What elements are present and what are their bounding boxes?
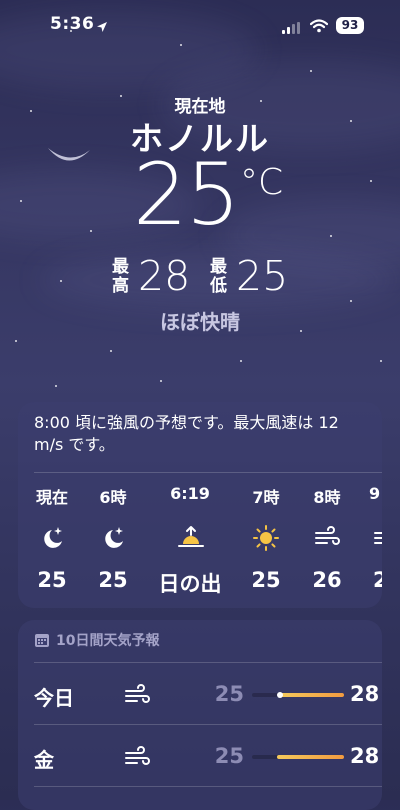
sunrise-label: 日の出 bbox=[158, 572, 222, 596]
high-temperature: 28 bbox=[138, 252, 191, 300]
hour-label: 7時 bbox=[252, 488, 280, 507]
location-arrow-icon bbox=[96, 18, 108, 37]
wind-icon bbox=[122, 744, 152, 776]
temperature-unit: °C bbox=[240, 162, 284, 203]
hour-temperature: 26 bbox=[312, 568, 342, 592]
high-label: 最高 bbox=[112, 257, 129, 296]
sunrise-icon bbox=[176, 524, 204, 552]
daily-row[interactable]: 今日 25 28 bbox=[18, 666, 382, 724]
status-bar: 5:36 93 bbox=[0, 14, 400, 40]
card-divider bbox=[34, 472, 382, 473]
current-temperature: 25 bbox=[133, 145, 240, 245]
current-temperature-dot bbox=[276, 692, 283, 698]
hour-temperature: 25 bbox=[251, 568, 281, 592]
wind-icon bbox=[313, 524, 341, 552]
daily-row[interactable]: 金 25 28 bbox=[18, 728, 382, 786]
day-high-temperature: 28 bbox=[350, 744, 380, 768]
hour-label: 6:19 bbox=[170, 484, 210, 503]
moon-stars-icon bbox=[38, 524, 66, 552]
hour-temperature: 2 bbox=[373, 568, 382, 592]
battery-indicator: 93 bbox=[336, 17, 364, 34]
weather-condition: ほぼ快晴 bbox=[160, 310, 240, 334]
day-high-temperature: 28 bbox=[350, 682, 380, 706]
wind-icon bbox=[122, 682, 152, 714]
hour-label: 9 bbox=[369, 484, 381, 503]
low-temperature: 25 bbox=[236, 252, 289, 300]
temperature-range-bar bbox=[252, 755, 344, 759]
day-label: 金 bbox=[34, 748, 54, 772]
sun-icon bbox=[252, 524, 280, 552]
wind-alert-text: 8:00 頃に強風の予想です。最大風速は 12 m/s です。 bbox=[34, 413, 339, 454]
temperature-range-fill bbox=[276, 755, 344, 759]
hour-label: 現在 bbox=[35, 488, 68, 507]
calendar-icon bbox=[34, 632, 50, 652]
wind-icon bbox=[372, 524, 382, 552]
cellular-signal-icon bbox=[282, 19, 300, 38]
day-low-temperature: 25 bbox=[214, 744, 244, 768]
hour-label: 6時 bbox=[99, 488, 127, 507]
hour-temperature: 25 bbox=[37, 568, 67, 592]
moon-stars-icon bbox=[99, 524, 127, 552]
hour-label: 8時 bbox=[313, 488, 341, 507]
card-divider bbox=[34, 662, 382, 663]
low-label: 最低 bbox=[210, 257, 227, 296]
row-divider bbox=[34, 724, 382, 725]
day-low-temperature: 25 bbox=[214, 682, 244, 706]
ten-day-forecast-card[interactable]: 10日間天気予報 今日 25 28 金 25 28 bbox=[18, 620, 382, 810]
temperature-range-fill bbox=[279, 693, 344, 697]
hourly-forecast-card[interactable]: 8:00 頃に強風の予想です。最大風速は 12 m/s です。 現在 25 6時… bbox=[18, 402, 382, 608]
high-low-temperatures: 最高 28 最低 25 bbox=[0, 254, 400, 298]
row-divider bbox=[34, 786, 382, 787]
status-time: 5:36 bbox=[50, 14, 95, 34]
ten-day-title: 10日間天気予報 bbox=[56, 633, 160, 649]
day-label: 今日 bbox=[34, 686, 74, 710]
wifi-icon bbox=[309, 18, 329, 37]
temperature-range-bar bbox=[252, 692, 344, 698]
hour-temperature: 25 bbox=[98, 568, 128, 592]
